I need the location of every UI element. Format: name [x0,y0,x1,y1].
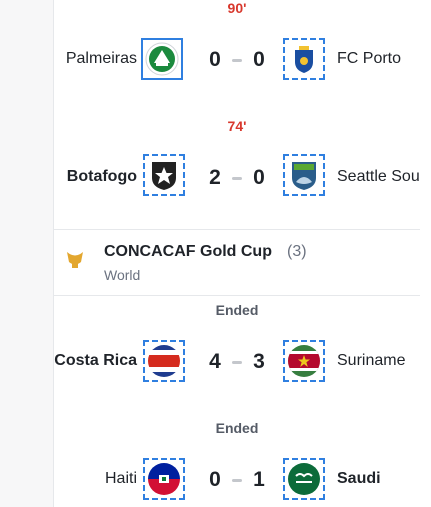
away-team-name[interactable]: Saudi [337,470,381,488]
away-team-name[interactable]: Suriname [337,352,405,370]
score-separator [232,59,242,62]
home-score: 0 [209,48,221,71]
away-score: 0 [253,48,265,71]
home-score: 0 [209,468,221,491]
away-team-name[interactable]: FC Porto [337,50,401,68]
suriname-flag-icon[interactable] [283,340,325,382]
away-score: 3 [253,350,265,373]
league-name[interactable]: CONCACAF Gold Cup [104,243,272,261]
home-team-name[interactable]: Botafogo [54,168,137,186]
palmeiras-crest-icon[interactable] [141,38,183,80]
match-status-ended: Ended [215,420,259,436]
haiti-flag-icon[interactable] [143,458,185,500]
league-match-count: (3) [287,243,307,260]
home-score: 4 [209,350,221,373]
score-separator [232,361,242,364]
match-status-live: 74' [227,118,247,134]
home-score: 2 [209,166,221,189]
away-team-name[interactable]: Seattle Sou [337,168,420,186]
league-region: World [104,267,141,283]
score-separator [232,177,242,180]
match-status-ended: Ended [215,302,259,318]
match-status-live: 90' [227,0,247,16]
match-list-panel: 90' Palmeiras 0 0 FC Porto 74' Botafogo … [53,0,431,507]
fc-porto-crest-icon[interactable] [283,38,325,80]
home-team-name[interactable]: Costa Rica [54,352,137,370]
away-score: 0 [253,166,265,189]
home-team-name[interactable]: Palmeiras [54,50,137,68]
gold-cup-logo-icon [64,249,86,271]
section-divider [54,295,420,296]
costa-rica-flag-icon[interactable] [143,340,185,382]
score-separator [232,479,242,482]
section-divider [54,229,420,230]
botafogo-crest-icon[interactable] [143,154,185,196]
away-score: 1 [253,468,265,491]
home-team-name[interactable]: Haiti [54,470,137,488]
seattle-sounders-crest-icon[interactable] [283,154,325,196]
saudi-flag-icon[interactable] [283,458,325,500]
